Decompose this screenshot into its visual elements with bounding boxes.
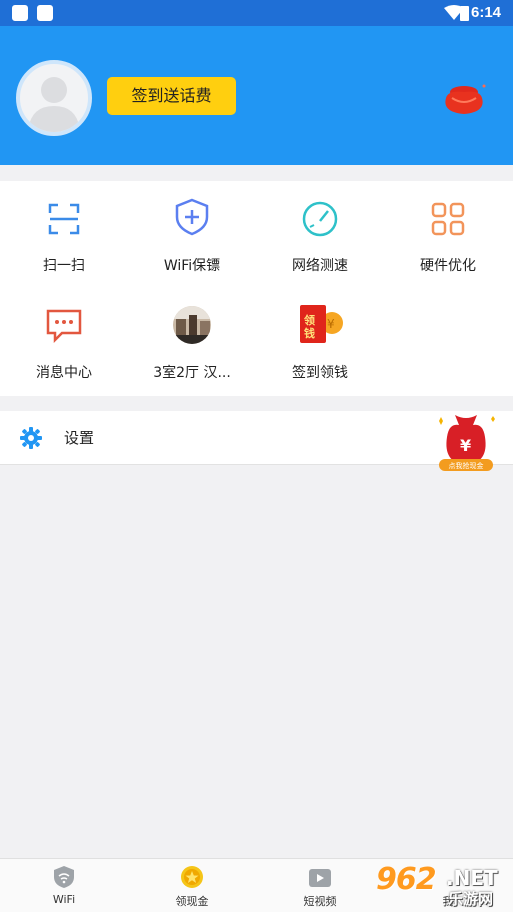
tab-label: 短视频 xyxy=(303,895,337,908)
notification-icon xyxy=(12,5,28,21)
profile-header: 签到送话费 xyxy=(0,26,513,165)
grid-item-label: 消息中心 xyxy=(36,365,92,381)
message-icon xyxy=(46,309,82,344)
status-bar: 6:14 xyxy=(0,0,513,26)
money-bag-label: 点我抢现金 xyxy=(449,461,484,470)
settings-label: 设置 xyxy=(64,429,95,447)
red-packet-text: 钱 xyxy=(304,326,315,340)
shield-wifi-icon xyxy=(54,866,74,888)
grid-item-speed-test[interactable]: 网络测速 xyxy=(256,181,384,281)
grid-item-label: 网络测速 xyxy=(292,258,348,274)
avatar[interactable] xyxy=(16,60,92,136)
signin-gift-button[interactable]: 签到送话费 xyxy=(107,77,236,115)
red-packet-icon[interactable] xyxy=(440,82,488,118)
watermark-net: .NET xyxy=(446,866,498,890)
currency-symbol: ¥ xyxy=(327,317,335,331)
red-envelope-icon: ¥ 领 钱 xyxy=(300,305,343,343)
red-packet-text: 领 xyxy=(303,313,315,327)
site-watermark: 962 .NET 乐游网 xyxy=(376,860,513,912)
notification-icon xyxy=(37,5,53,21)
tab-label: WiFi xyxy=(52,893,76,906)
tools-grid: 扫一扫 WiFi保镖 网络测速 硬件优化 消息中心 3室2厅 汉... ¥ 领 … xyxy=(0,181,513,396)
grid-item-message-center[interactable]: 消息中心 xyxy=(0,287,128,387)
grid-item-wifi-guard[interactable]: WiFi保镖 xyxy=(128,181,256,281)
grid-item-label: WiFi保镖 xyxy=(163,258,221,274)
currency-symbol: ¥ xyxy=(460,436,471,455)
default-user-icon xyxy=(28,77,80,132)
gear-icon xyxy=(20,427,42,449)
battery-icon xyxy=(460,6,469,21)
grid-icon xyxy=(431,202,465,236)
watermark-number: 962 xyxy=(376,862,437,897)
grid-item-hardware-optimize[interactable]: 硬件优化 xyxy=(384,181,512,281)
grid-item-signin-money[interactable]: ¥ 领 钱 签到领钱 xyxy=(256,287,384,387)
speedometer-icon xyxy=(302,201,338,237)
scan-icon xyxy=(48,203,80,235)
grid-item-label: 扫一扫 xyxy=(43,258,85,274)
status-time: 6:14 xyxy=(471,4,502,21)
grid-item-label: 签到领钱 xyxy=(292,365,348,381)
grid-item-label: 硬件优化 xyxy=(420,258,476,274)
grid-item-house-listing[interactable]: 3室2厅 汉... xyxy=(128,287,256,387)
grid-item-label: 3室2厅 汉... xyxy=(153,365,231,381)
house-photo-icon xyxy=(173,306,211,344)
tab-label: 领现金 xyxy=(175,895,209,908)
money-bag-icon[interactable]: ¥ 点我抢现金 xyxy=(433,409,499,475)
watermark-site-name: 乐游网 xyxy=(448,890,494,908)
video-icon xyxy=(309,869,331,887)
coin-star-icon xyxy=(181,866,203,888)
grid-item-scan[interactable]: 扫一扫 xyxy=(0,181,128,281)
shield-plus-icon xyxy=(175,198,209,236)
